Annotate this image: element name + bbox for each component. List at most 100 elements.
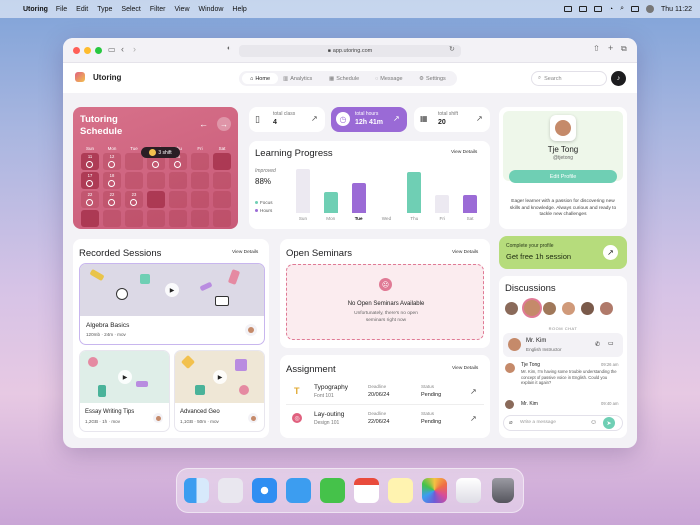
menu-type[interactable]: Type <box>97 6 112 13</box>
calendar-cell[interactable] <box>169 210 187 227</box>
edit-profile-button[interactable]: Edit Profile <box>509 170 617 183</box>
calendar-cell[interactable]: 12 <box>103 153 121 170</box>
chat-contact[interactable]: Mr. Kim English Instructor ✆ ▭ <box>503 333 623 357</box>
user-icon[interactable] <box>645 5 654 13</box>
calendar-cell[interactable] <box>147 191 165 208</box>
tab-message[interactable]: ◌ Message <box>375 73 415 84</box>
calendar-cell[interactable] <box>125 210 143 227</box>
calendar-cell[interactable]: 11 <box>81 153 99 170</box>
arrow-up-right-icon[interactable]: ↗ <box>470 387 477 396</box>
menu-window[interactable]: Window <box>199 6 224 13</box>
session-item[interactable]: ▶ Algebra Basics 120mb · 24m · mov <box>79 263 265 345</box>
calendar-cell[interactable]: 22 <box>103 191 121 208</box>
calendar-cell[interactable]: 23 <box>125 191 143 208</box>
search-input[interactable]: ⌕ Search <box>531 71 607 86</box>
tabs-overview-icon[interactable]: ⧉ <box>621 44 627 54</box>
menu-help[interactable]: Help <box>232 6 246 13</box>
next-week-button[interactable]: → <box>217 117 231 131</box>
launchpad-icon[interactable] <box>218 478 243 503</box>
calendar-cell[interactable] <box>169 172 187 189</box>
calendar-app-icon[interactable] <box>354 478 379 503</box>
calendar-cell[interactable] <box>191 210 209 227</box>
sidebar-toggle-icon[interactable]: ▭ <box>108 45 116 54</box>
calendar-cell[interactable]: 18 <box>103 172 121 189</box>
forward-icon[interactable]: › <box>133 44 136 54</box>
calendar-cell[interactable] <box>191 153 209 170</box>
session-item[interactable]: ▶ Essay Writing Tips 1,2GB · 1h · mov <box>79 350 170 432</box>
message-input[interactable]: ⌀ Write a message ☺ ➤ <box>503 415 623 431</box>
reload-icon[interactable]: ↻ <box>449 45 455 53</box>
notes-icon[interactable] <box>388 478 413 503</box>
menu-app-name[interactable]: Utoring <box>23 6 48 13</box>
play-icon[interactable]: ▶ <box>165 283 179 297</box>
calendar-cell[interactable] <box>169 191 187 208</box>
finder-icon[interactable] <box>184 478 209 503</box>
safari-icon[interactable] <box>252 478 277 503</box>
calendar-cell[interactable] <box>103 210 121 227</box>
trash-icon[interactable] <box>492 478 514 503</box>
calendar-cell[interactable] <box>213 210 231 227</box>
calendar-cell[interactable] <box>147 172 165 189</box>
notification-bell-button[interactable]: ♪ <box>611 71 626 86</box>
avatar[interactable] <box>505 302 518 315</box>
menu-filter[interactable]: Filter <box>150 6 166 13</box>
arrow-up-right-icon[interactable]: ↗ <box>470 414 477 423</box>
calendar-cell[interactable] <box>125 153 143 170</box>
assignment-view-details-link[interactable]: View Details <box>452 366 478 371</box>
tab-settings[interactable]: ⚙ Settings <box>419 73 457 84</box>
calendar-cell[interactable] <box>191 191 209 208</box>
send-button[interactable]: ➤ <box>603 417 615 429</box>
arrow-up-right-icon[interactable]: ↗ <box>603 245 618 260</box>
video-icon[interactable]: ▭ <box>608 340 614 347</box>
calendar-cell[interactable]: 17 <box>81 172 99 189</box>
close-window-button[interactable] <box>73 47 80 54</box>
session-item[interactable]: ▶ Advanced Geo 1,1GB · 50m · mov <box>174 350 265 432</box>
back-icon[interactable]: ‹ <box>121 44 124 54</box>
arrow-up-right-icon[interactable]: ↗ <box>393 114 400 123</box>
new-tab-icon[interactable]: + <box>608 43 613 53</box>
maximize-window-button[interactable] <box>95 47 102 54</box>
calendar-cell[interactable] <box>213 191 231 208</box>
avatar[interactable] <box>562 302 575 315</box>
screen-icon[interactable] <box>563 6 572 12</box>
menu-edit[interactable]: Edit <box>76 6 88 13</box>
arrow-up-right-icon[interactable]: ↗ <box>476 114 483 123</box>
avatar[interactable] <box>524 300 540 316</box>
calendar-cell[interactable] <box>213 153 231 170</box>
calendar-cell[interactable] <box>213 172 231 189</box>
learning-view-details-link[interactable]: View Details <box>451 150 477 155</box>
play-icon[interactable]: ▶ <box>118 370 132 384</box>
prev-week-icon[interactable]: ← <box>199 119 208 129</box>
app-icon[interactable] <box>456 478 481 503</box>
menu-file[interactable]: File <box>56 6 67 13</box>
tab-schedule[interactable]: ▦ Schedule <box>329 73 371 84</box>
recorded-view-details-link[interactable]: View Details <box>232 250 258 255</box>
shield-icon[interactable]: ◐ <box>227 45 231 52</box>
emoji-icon[interactable]: ☺ <box>590 419 597 426</box>
battery-icon[interactable] <box>593 6 602 12</box>
avatar[interactable] <box>581 302 594 315</box>
avatar[interactable] <box>543 302 556 315</box>
menu-view[interactable]: View <box>174 6 189 13</box>
tab-home[interactable]: ⌂ Home <box>242 73 278 84</box>
photos-icon[interactable] <box>422 478 447 503</box>
tab-analytics[interactable]: ▥ Analytics <box>283 73 325 84</box>
minimize-window-button[interactable] <box>84 47 91 54</box>
search-icon[interactable]: ⌕ <box>620 5 624 13</box>
address-bar[interactable]: ■ app.utoring.com <box>239 45 461 57</box>
calendar-cell[interactable] <box>191 172 209 189</box>
facetime-icon[interactable] <box>320 478 345 503</box>
attach-icon[interactable]: ⌀ <box>509 419 513 426</box>
menu-select[interactable]: Select <box>121 6 140 13</box>
calendar-cell[interactable]: 22 <box>81 191 99 208</box>
phone-icon[interactable]: ✆ <box>595 341 600 348</box>
control-center-icon[interactable] <box>630 6 639 12</box>
complete-profile-card[interactable]: Complete your profile Get free 1h sessio… <box>499 236 627 269</box>
wifi-icon[interactable]: ◔ <box>609 6 613 13</box>
calendar-cell[interactable] <box>125 172 143 189</box>
cast-icon[interactable] <box>578 6 587 12</box>
assignment-row[interactable]: ◎ Lay-outing Design 101 Deadline 22/06/2… <box>286 407 484 432</box>
play-icon[interactable]: ▶ <box>213 370 227 384</box>
assignment-row[interactable]: T Typography Font 101 Deadline 20/06/24 … <box>286 380 484 405</box>
arrow-up-right-icon[interactable]: ↗ <box>311 114 318 123</box>
